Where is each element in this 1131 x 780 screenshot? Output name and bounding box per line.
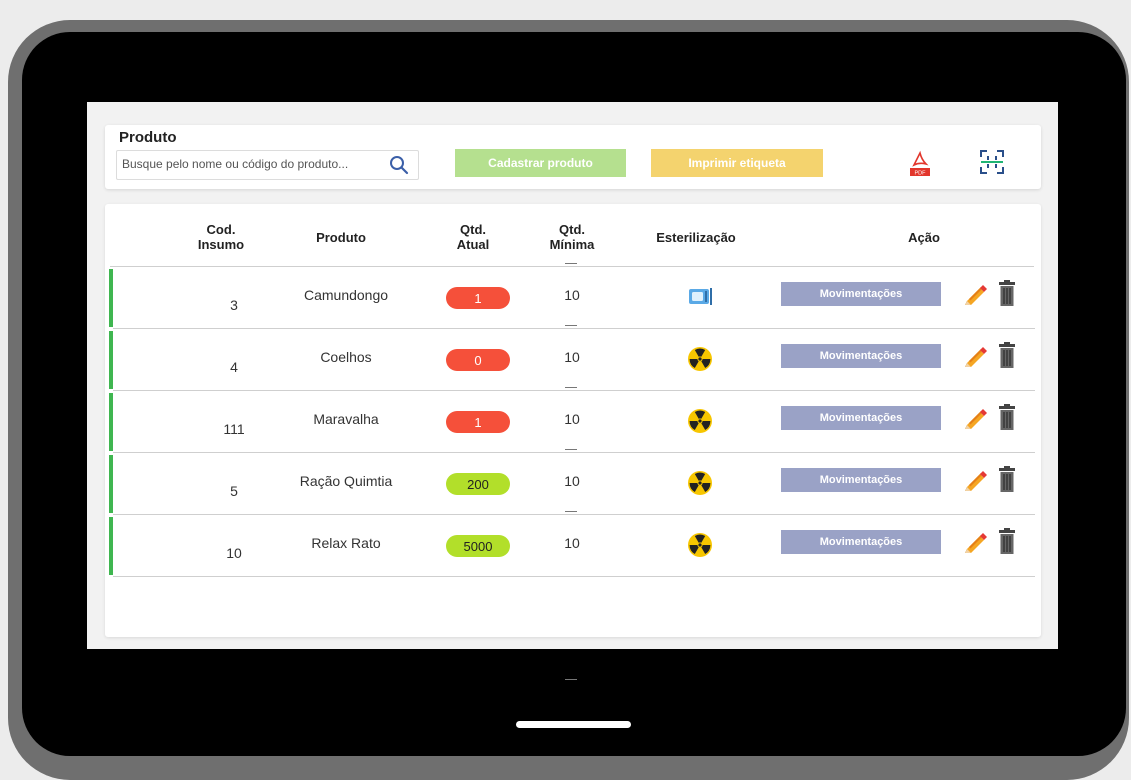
movimentacoes-button[interactable]: Movimentações: [781, 468, 941, 492]
row-status-bar: [109, 331, 113, 389]
column-header-qtd-minima: Qtd. Mínima: [540, 222, 604, 252]
column-header-qtd-atual: Qtd. Atual: [448, 222, 498, 252]
cell-produto: Maravalha: [313, 411, 379, 427]
column-header-qtd-atual-line1: Qtd.: [460, 222, 486, 237]
page-title: Produto: [119, 129, 177, 146]
table-row: 3 Camundongo 1 10 Movimentações: [109, 263, 1035, 329]
qty-atual-badge: 1: [446, 411, 510, 433]
qtd-minima-marker: [565, 263, 577, 264]
qty-atual-badge: 1: [446, 287, 510, 309]
products-table: Cod. Insumo Produto Qtd. Atual Qtd. Míni…: [105, 204, 1041, 680]
qtd-minima-marker: [565, 325, 577, 326]
cell-produto: Coelhos: [320, 349, 372, 365]
row-status-bar: [109, 517, 113, 575]
cell-cod-insumo: 10: [226, 545, 242, 561]
trash-icon[interactable]: [998, 404, 1016, 430]
pencil-edit-icon[interactable]: [961, 341, 989, 369]
table-row: 111 Maravalha 1 10 Movimentações: [109, 387, 1035, 453]
column-header-qtd-atual-line2: Atual: [456, 237, 490, 252]
cell-cod-insumo: 3: [230, 297, 238, 313]
movimentacoes-button[interactable]: Movimentações: [781, 282, 941, 306]
row-status-bar: [109, 393, 113, 451]
trash-icon[interactable]: [998, 342, 1016, 368]
print-label-button[interactable]: Imprimir etiqueta: [651, 149, 823, 177]
qtd-minima-marker: [565, 387, 577, 388]
cell-qtd-minima: 10: [564, 411, 580, 427]
product-search-card: Produto Cadastrar produto Imprimir etiqu…: [105, 125, 1041, 189]
column-header-acao: Ação: [908, 230, 940, 245]
pencil-edit-icon[interactable]: [961, 465, 989, 493]
search-box[interactable]: [116, 150, 419, 180]
radiation-icon: [688, 533, 712, 557]
table-row: 4 Coelhos 0 10 Movimentações: [109, 325, 1035, 391]
pencil-edit-icon[interactable]: [961, 527, 989, 555]
qtd-minima-marker: [565, 511, 577, 512]
cell-produto: Ração Quimtia: [299, 473, 393, 489]
cell-cod-insumo: 5: [230, 483, 238, 499]
qtd-minima-marker: [565, 679, 577, 680]
radiation-icon: [688, 409, 712, 433]
column-header-esterilizacao: Esterilização: [656, 230, 736, 245]
column-header-cod-line2: Insumo: [197, 237, 245, 252]
trash-icon[interactable]: [998, 280, 1016, 306]
cell-qtd-minima: 10: [564, 349, 580, 365]
column-header-qtd-minima-line1: Qtd.: [559, 222, 585, 237]
column-header-qtd-minima-line2: Mínima: [549, 237, 595, 252]
movimentacoes-button[interactable]: Movimentações: [781, 530, 941, 554]
cell-qtd-minima: 10: [564, 535, 580, 551]
autoclave-icon: [689, 288, 712, 305]
table-row: 10 Relax Rato 5000 10 Movimentações: [109, 511, 1035, 577]
qty-atual-badge: 0: [446, 349, 510, 371]
qty-atual-badge: 200: [446, 473, 510, 495]
column-header-cod-line1: Cod.: [206, 222, 236, 237]
column-header-produto: Produto: [316, 230, 366, 245]
register-product-button[interactable]: Cadastrar produto: [455, 149, 626, 177]
table-row: 5 Ração Quimtia 200 10 Movimentações: [109, 449, 1035, 515]
svg-text:PDF: PDF: [915, 171, 927, 177]
movimentacoes-button[interactable]: Movimentações: [781, 406, 941, 430]
app-screen: Produto Cadastrar produto Imprimir etiqu…: [87, 102, 1058, 680]
row-status-bar: [109, 269, 113, 327]
radiation-icon: [688, 347, 712, 371]
column-header-cod-insumo: Cod. Insumo: [191, 222, 251, 252]
qtd-minima-marker: [565, 449, 577, 450]
cell-produto: Camundongo: [303, 287, 389, 303]
cell-cod-insumo: 4: [230, 359, 238, 375]
qty-atual-badge: 5000: [446, 535, 510, 557]
radiation-icon: [688, 471, 712, 495]
movimentacoes-button[interactable]: Movimentações: [781, 344, 941, 368]
barcode-scan-icon[interactable]: [979, 149, 1005, 175]
pdf-icon[interactable]: PDF: [909, 149, 931, 177]
search-input[interactable]: [122, 154, 378, 174]
cell-qtd-minima: 10: [564, 473, 580, 489]
cell-qtd-minima: 10: [564, 287, 580, 303]
search-icon[interactable]: [388, 154, 410, 176]
row-divider: [113, 576, 1035, 577]
row-status-bar: [109, 455, 113, 513]
home-indicator[interactable]: [516, 721, 631, 728]
trash-icon[interactable]: [998, 466, 1016, 492]
trash-icon[interactable]: [998, 528, 1016, 554]
cell-cod-insumo: 111: [223, 421, 245, 437]
pencil-edit-icon[interactable]: [961, 279, 989, 307]
pencil-edit-icon[interactable]: [961, 403, 989, 431]
cell-produto: Relax Rato: [311, 535, 381, 551]
